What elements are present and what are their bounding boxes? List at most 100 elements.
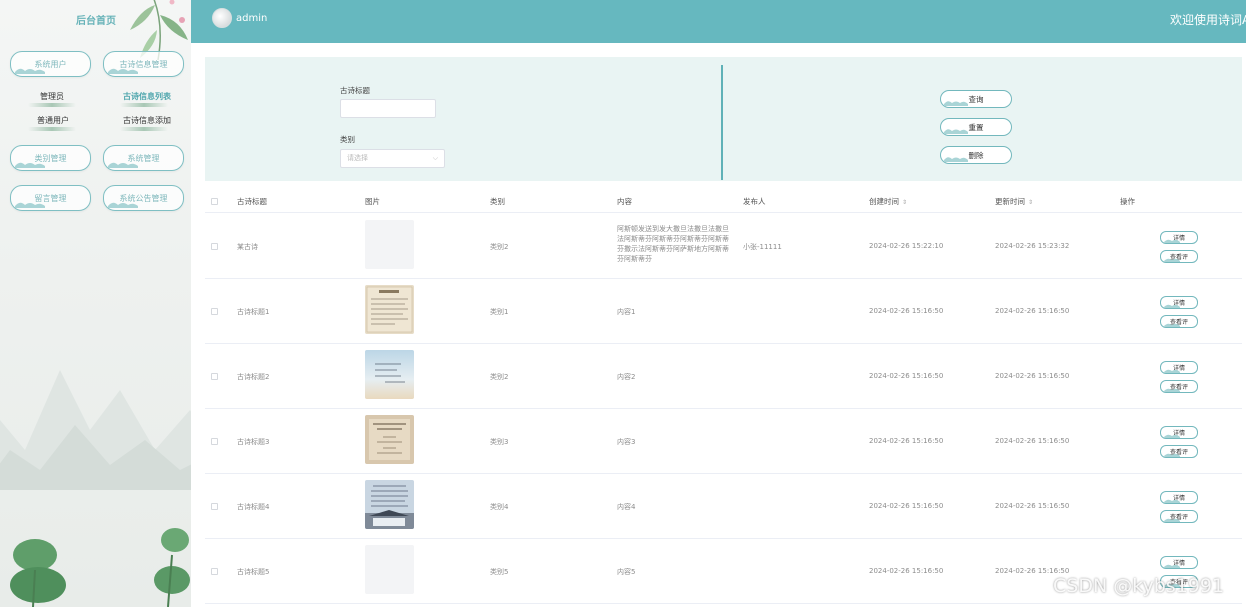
view-comments-button[interactable]: 查看评 — [1160, 510, 1198, 523]
wave-decoration-icon — [1164, 499, 1180, 503]
title-filter-label: 古诗标题 — [340, 86, 370, 95]
view-comments-button[interactable]: 查看评 — [1160, 250, 1198, 263]
column-publisher: 发布人 — [743, 197, 766, 206]
wave-decoration-icon — [15, 162, 45, 168]
category-select-placeholder: 请选择 — [347, 154, 368, 162]
column-category: 类别 — [490, 197, 505, 206]
row-checkbox[interactable] — [211, 243, 218, 250]
submenu-poem-list[interactable]: 古诗信息列表 — [123, 91, 171, 102]
delete-button-label: 删除 — [968, 150, 984, 160]
table-row: 古诗标题1 类别1 内容1 2024-02-26 15:16:50 2024-0… — [205, 279, 1242, 344]
wave-decoration-icon — [1164, 453, 1180, 457]
row-checkbox[interactable] — [211, 568, 218, 575]
select-all-checkbox[interactable] — [211, 198, 218, 205]
sort-icon: ⇕ — [902, 199, 908, 206]
wave-decoration-icon — [944, 101, 968, 106]
detail-button[interactable]: 详情 — [1160, 361, 1198, 374]
detail-button[interactable]: 详情 — [1160, 426, 1198, 439]
view-comments-button[interactable]: 查看评 — [1160, 445, 1198, 458]
menu-poem-management[interactable]: 古诗信息管理 — [103, 51, 184, 77]
parchment-poem-image — [365, 285, 414, 334]
row-checkbox[interactable] — [211, 308, 218, 315]
detail-button[interactable]: 详情 — [1160, 231, 1198, 244]
submenu-admin[interactable]: 管理员 — [40, 91, 64, 102]
poem-image — [365, 285, 414, 334]
column-content: 内容 — [617, 197, 632, 206]
wave-decoration-icon — [1164, 258, 1180, 262]
view-comments-button[interactable]: 查看评 — [1160, 315, 1198, 328]
table-row: 古诗标题3 类别3 内容3 2024-02-26 15:16:50 2024-0… — [205, 409, 1242, 474]
title-filter-input[interactable] — [340, 99, 436, 118]
table-row: 古诗标题4 类别4 内容4 2024-02-26 15:16:50 2024-0… — [205, 474, 1242, 539]
wave-decoration-icon — [15, 202, 45, 208]
submenu-poem-add[interactable]: 古诗信息添加 — [123, 115, 171, 126]
cell-category: 类别3 — [490, 438, 509, 446]
cell-content: 内容4 — [617, 503, 636, 511]
category-select[interactable]: 请选择 ⌵ — [340, 149, 445, 168]
view-comments-button[interactable]: 查看评 — [1160, 380, 1198, 393]
row-checkbox[interactable] — [211, 373, 218, 380]
avatar[interactable] — [212, 8, 232, 28]
cell-title: 古诗标题2 — [237, 373, 270, 381]
sky-poem-image — [365, 350, 414, 399]
cell-content: 内容1 — [617, 308, 636, 316]
column-updated-label: 更新时间 — [995, 197, 1025, 206]
submenu-underline — [120, 127, 168, 131]
column-actions: 操作 — [1120, 197, 1135, 206]
building-poem-image — [365, 480, 414, 529]
poem-image — [365, 480, 414, 529]
sidebar: 后台首页 系统用户 古诗信息管理 管理员 普通用户 古诗信息列表 古诗信息添加 … — [0, 0, 191, 607]
poem-image — [365, 415, 414, 464]
cell-created: 2024-02-26 15:16:50 — [869, 567, 944, 575]
cell-created: 2024-02-26 15:16:50 — [869, 502, 944, 510]
wave-decoration-icon — [1164, 304, 1180, 308]
cell-updated: 2024-02-26 15:16:50 — [995, 567, 1070, 575]
reset-button[interactable]: 重置 — [940, 118, 1012, 136]
cell-updated: 2024-02-26 15:16:50 — [995, 307, 1070, 315]
home-link[interactable]: 后台首页 — [76, 12, 116, 27]
cell-title: 古诗标题1 — [237, 308, 270, 316]
cell-title: 古诗标题4 — [237, 503, 270, 511]
cell-publisher: 小张-11111 — [743, 243, 782, 251]
delete-button[interactable]: 删除 — [940, 146, 1012, 164]
cell-category: 类别4 — [490, 503, 509, 511]
cell-updated: 2024-02-26 15:16:50 — [995, 372, 1070, 380]
cell-content: 内容2 — [617, 373, 636, 381]
detail-button[interactable]: 详情 — [1160, 296, 1198, 309]
menu-system-users[interactable]: 系统用户 — [10, 51, 91, 77]
table-row: 古诗标题2 类别2 内容2 2024-02-26 15:16:50 2024-0… — [205, 344, 1242, 409]
row-checkbox[interactable] — [211, 438, 218, 445]
wave-decoration-icon — [944, 129, 968, 134]
poem-image-placeholder — [365, 545, 414, 594]
column-updated[interactable]: 更新时间 ⇕ — [995, 196, 1033, 207]
cell-title: 古诗标题5 — [237, 568, 270, 576]
menu-system-management[interactable]: 系统管理 — [103, 145, 184, 171]
cell-updated: 2024-02-26 15:16:50 — [995, 502, 1070, 510]
category-filter-label: 类别 — [340, 135, 355, 144]
username: admin — [236, 13, 268, 24]
menu-category-management[interactable]: 类别管理 — [10, 145, 91, 171]
cell-category: 类别2 — [490, 373, 509, 381]
submenu-underline — [28, 103, 76, 107]
submenu-underline — [120, 103, 168, 107]
cell-category: 类别2 — [490, 243, 509, 251]
query-button-label: 查询 — [968, 94, 984, 104]
welcome-text: 欢迎使用诗词A — [1170, 13, 1246, 27]
wave-decoration-icon — [1164, 518, 1180, 522]
row-checkbox[interactable] — [211, 503, 218, 510]
column-created[interactable]: 创建时间 ⇕ — [869, 196, 907, 207]
poem-image — [365, 350, 414, 399]
reset-button-label: 重置 — [968, 122, 984, 132]
detail-button[interactable]: 详情 — [1160, 556, 1198, 569]
wave-decoration-icon — [1164, 434, 1180, 438]
menu-announcement-management[interactable]: 系统公告管理 — [103, 185, 184, 211]
query-button[interactable]: 查询 — [940, 90, 1012, 108]
menu-message-management[interactable]: 留言管理 — [10, 185, 91, 211]
detail-button[interactable]: 详情 — [1160, 491, 1198, 504]
table-row: 某古诗 类别2 阿斯顿发送到发大撒旦法撒旦法撒旦法阿斯蒂芬阿斯蒂芬阿斯蒂芬阿斯蒂… — [205, 214, 1242, 279]
wave-decoration-icon — [1164, 564, 1180, 568]
cell-category: 类别1 — [490, 308, 509, 316]
wave-decoration-icon — [108, 68, 138, 74]
submenu-normal-user[interactable]: 普通用户 — [37, 115, 69, 126]
cell-category: 类别5 — [490, 568, 509, 576]
